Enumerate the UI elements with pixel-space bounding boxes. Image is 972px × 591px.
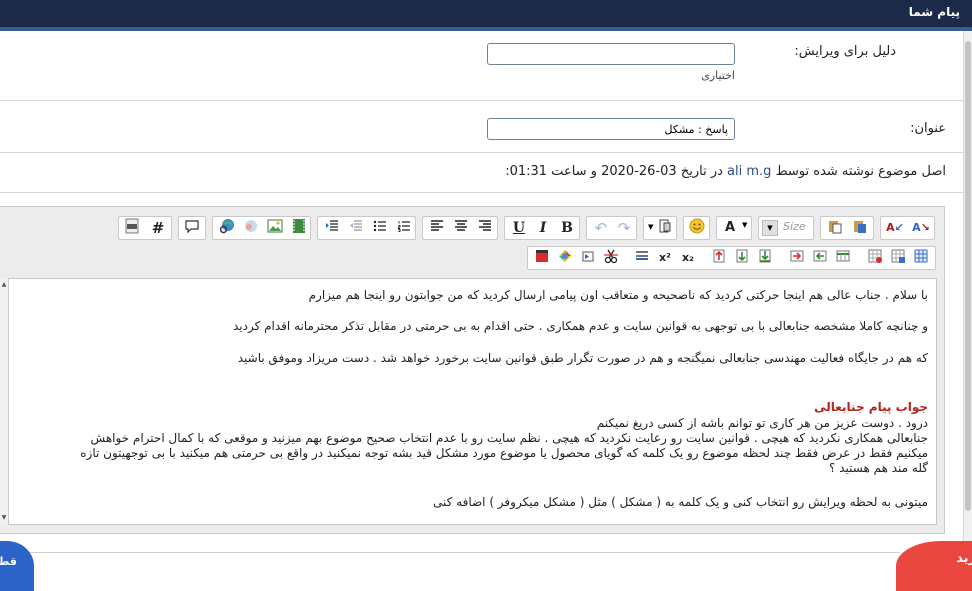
font-color-button[interactable]: A ▼ [716,216,752,240]
google-icon[interactable] [554,248,576,268]
insert-below-icon[interactable] [754,248,776,268]
text-direction-rtl-icon[interactable]: A↙ [884,218,906,238]
divider [0,100,963,101]
outdent-icon[interactable] [345,218,367,238]
cut-icon[interactable] [600,248,622,268]
bold-icon[interactable]: B [556,218,578,238]
buy-button[interactable]: خرید [896,541,972,591]
font-size-select[interactable]: ▼ Size [758,216,814,240]
page-scrollbar[interactable] [963,31,972,567]
unlink-icon[interactable] [240,218,262,238]
edit-reason-label: دلیل برای ویرایش: [794,44,896,59]
align-center-icon[interactable] [450,218,472,238]
cut-button[interactable]: قط [0,541,34,591]
quote-icon[interactable] [181,218,203,238]
video-icon[interactable] [288,218,310,238]
divider [0,192,963,193]
php-code-icon[interactable] [121,218,143,238]
toolbar-group-history: ↶ ↷ [586,216,637,240]
align-left-icon[interactable] [426,218,448,238]
meta-date: در تاریخ 03-26-2020 و ساعت 01:31: [505,164,723,179]
divider [0,152,963,153]
reply-heading: جواب پیام جنابعالی [814,400,928,414]
reply-line-4: گله مند هم هستید ؟ [829,461,928,475]
move-up-icon[interactable] [708,248,730,268]
paste-icon[interactable] [824,218,846,238]
move-down-icon[interactable] [731,248,753,268]
page-header: پیام شما [0,0,972,31]
subscript-icon[interactable]: x₂ [677,248,699,268]
font-size-placeholder: Size [783,220,806,233]
editor-line-3: که هم در جایگاه فعالیت مهندسی جنابعالی ن… [237,351,928,365]
toolbar-group-paste [820,216,874,240]
image-icon[interactable] [264,218,286,238]
toolbar-group-lists [317,216,416,240]
redo-icon[interactable]: ↷ [613,218,635,238]
page-title: پیام شما [908,5,960,19]
arrow-right-box-icon[interactable] [786,248,808,268]
toolbar-group-format: U I B [504,216,580,240]
dropdown-arrow-icon: ▼ [762,220,778,236]
text-direction-ltr-icon[interactable]: A↘ [910,218,932,238]
subject-input[interactable] [487,118,735,140]
undo-icon[interactable]: ↶ [590,218,612,238]
unordered-list-icon[interactable] [369,218,391,238]
media-icon[interactable] [577,248,599,268]
table-delete-icon[interactable] [864,248,886,268]
clapper-icon[interactable] [531,248,553,268]
underline-icon[interactable]: U [508,218,530,238]
scroll-down-icon[interactable]: ▼ [0,513,8,523]
paste-text-icon[interactable] [849,218,871,238]
reply-line-2: جنابعالی همکاری نکردید که هیچی . قوانین … [90,431,928,445]
arrow-left-box-icon[interactable] [809,248,831,268]
subject-label: عنوان: [910,121,946,136]
reply-line-3: میکنیم فقط در عرض فقط چند لحظه موضوع رو … [80,446,928,460]
author-link[interactable]: ali m.g [727,164,771,179]
horizontal-rule-icon[interactable] [631,248,653,268]
reply-line-5: میتونی به لحظه ویرایش رو انتخاب کنی و یک… [433,495,928,509]
insert-menu-icon [654,218,676,238]
toolbar-group-direction: A↙ A↘ [880,216,935,240]
scrollbar-thumb[interactable] [965,41,971,511]
chevron-down-icon: ▼ [742,221,748,229]
toolbar-row-2: x² x₂ [527,246,936,270]
toolbar-group-smiley [683,216,710,240]
insert-menu-button[interactable]: ▼ [643,216,677,240]
indent-icon[interactable] [321,218,343,238]
italic-icon[interactable]: I [532,218,554,238]
reply-line-1: درود . دوست عزیز من هر کاری تو توانم باش… [596,416,928,430]
table-insert-icon[interactable] [832,248,854,268]
link-icon[interactable] [216,218,238,238]
superscript-icon[interactable]: x² [654,248,676,268]
toolbar-group-align [422,216,498,240]
divider [0,552,900,553]
edit-reason-input[interactable] [487,43,735,65]
editor-line-1: با سلام . جناب عالی هم اینجا حرکتی کردید… [308,288,928,302]
chevron-down-icon: ▼ [648,223,654,231]
toolbar-group-insert [212,216,311,240]
original-post-info: اصل موضوع نوشته شده توسط ali m.g در تاری… [505,164,946,179]
editor-content-area[interactable] [8,278,937,525]
meta-prefix: اصل موضوع نوشته شده توسط [775,164,946,179]
hash-tag-icon[interactable]: # [147,218,169,238]
toolbar-group-code: # [118,216,172,240]
font-color-icon: A [724,220,736,235]
smiley-icon[interactable] [686,218,708,238]
align-right-icon[interactable] [474,218,496,238]
editor-line-2: و چنانچه کاملا مشخصه جنابعالی با بی توجه… [232,319,928,333]
toolbar-group-quote [178,216,206,240]
ordered-list-icon[interactable] [393,218,415,238]
table-icon[interactable] [910,248,932,268]
edit-reason-hint: اختیاری [701,69,735,82]
table-properties-icon[interactable] [887,248,909,268]
scroll-up-icon[interactable]: ▲ [0,280,8,290]
